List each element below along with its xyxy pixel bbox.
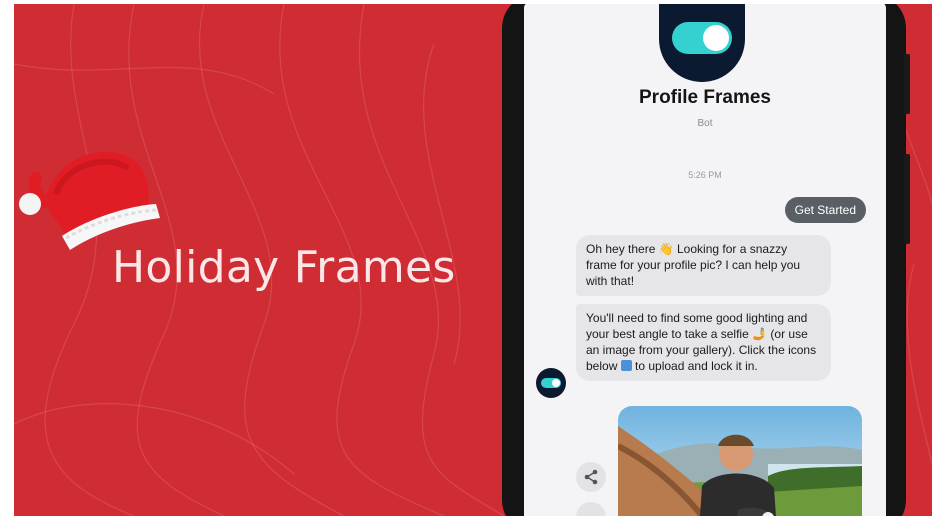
bot-avatar	[659, 4, 745, 82]
bot-message-bubble: Oh hey there 👋 Looking for a snazzy fram…	[576, 235, 831, 296]
share-button[interactable]	[576, 462, 606, 492]
toggle-switch-icon	[672, 22, 732, 54]
selfie-photo[interactable]	[618, 406, 862, 516]
selfie-icon: 🤳	[752, 327, 768, 341]
phone-side-button	[904, 54, 910, 114]
holiday-frames-banner: Holiday Frames Profile Frames Bot 5:26 P…	[14, 4, 932, 516]
bot-type: Bot	[697, 118, 713, 129]
message-text: Oh hey there	[586, 242, 659, 256]
banner-title: Holiday Frames	[112, 242, 456, 293]
waving-hand-icon: 👋	[658, 242, 674, 256]
bot-name: Profile Frames	[639, 87, 771, 108]
phone-side-button	[904, 154, 910, 244]
messenger-screen: Profile Frames Bot 5:26 PM Get Started O…	[524, 4, 886, 516]
get-started-button[interactable]: Get Started	[784, 197, 866, 223]
bot-message-bubble: You'll need to find some good lighting a…	[576, 304, 831, 381]
share-icon	[584, 469, 598, 485]
message-timestamp: 5:26 PM	[688, 170, 722, 180]
santa-hat-icon	[19, 152, 160, 250]
phone-mockup: Profile Frames Bot 5:26 PM Get Started O…	[502, 4, 910, 516]
upload-icon	[620, 360, 632, 371]
message-text: to upload and lock it in.	[631, 359, 758, 373]
bot-small-avatar	[536, 368, 566, 398]
action-button[interactable]	[576, 502, 606, 516]
toggle-switch-icon	[541, 378, 561, 388]
